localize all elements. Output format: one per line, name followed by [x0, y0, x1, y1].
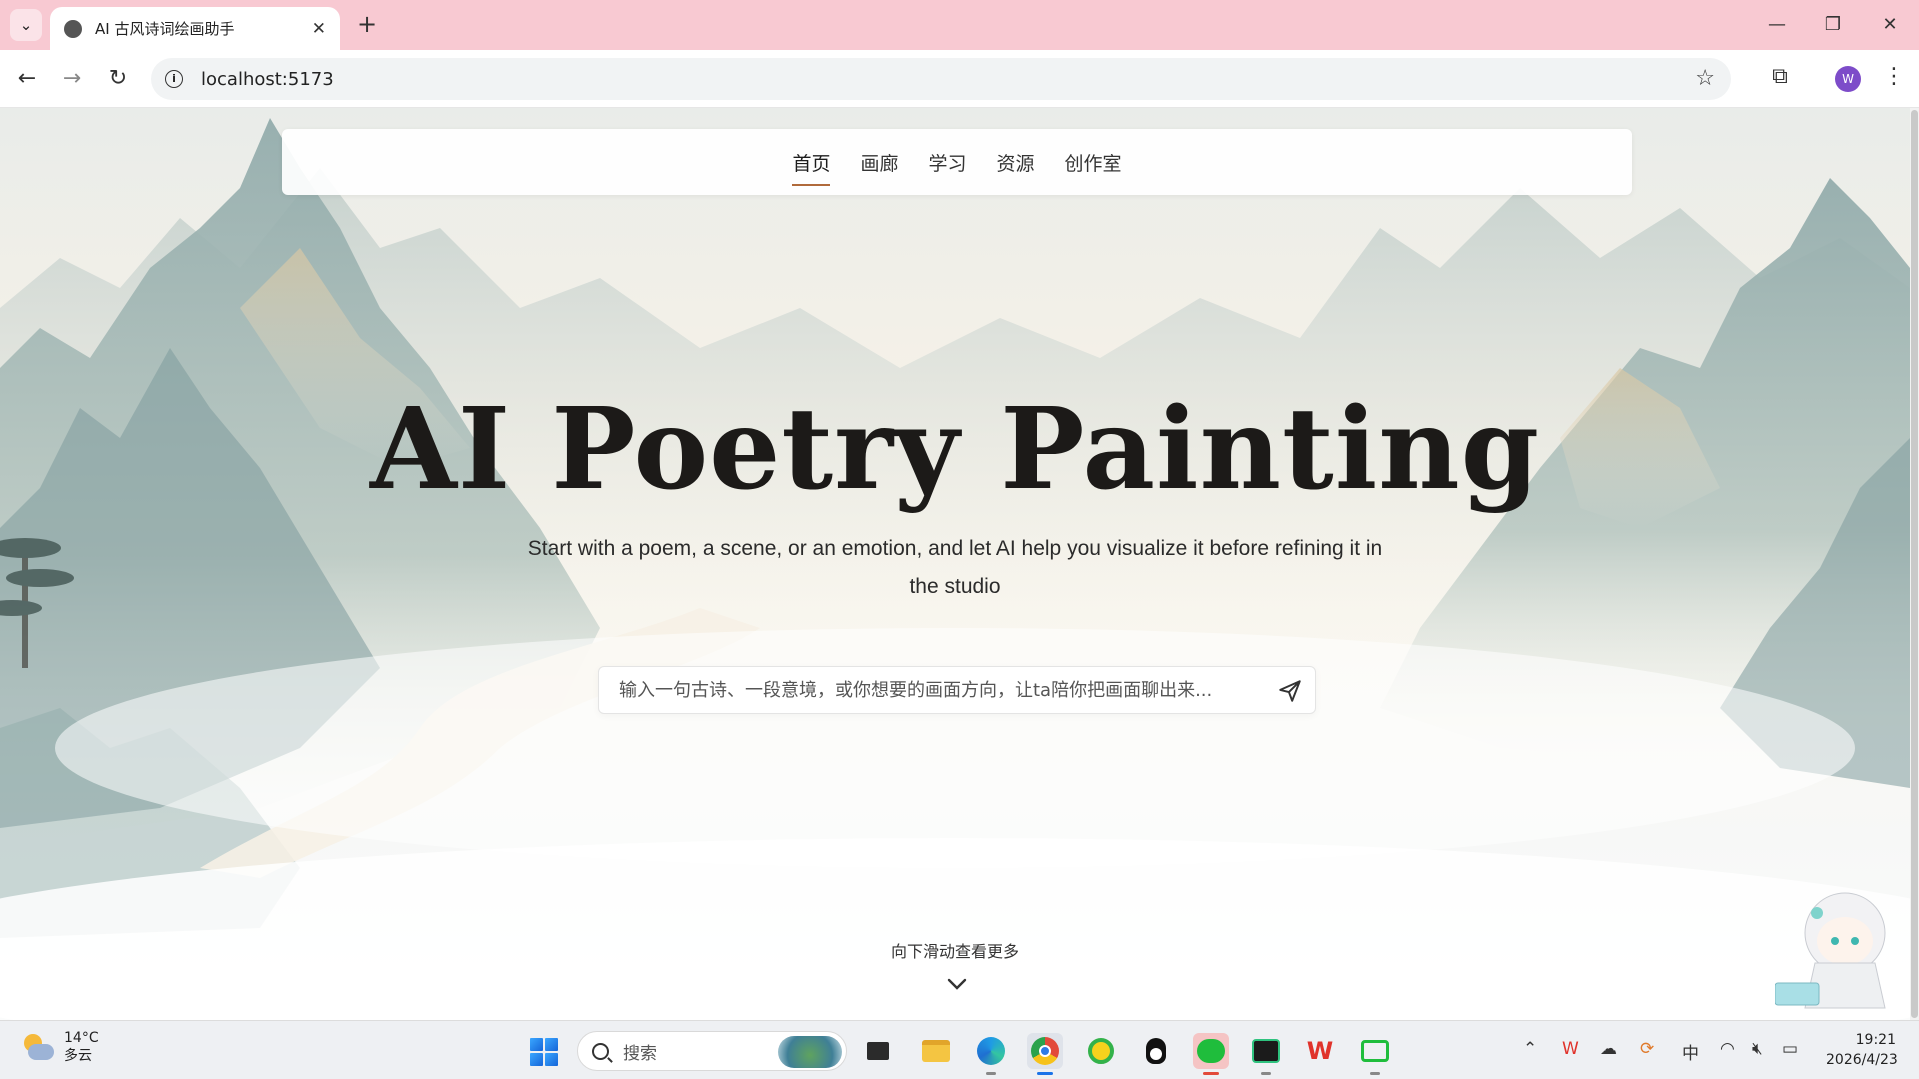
tab-title: AI 古风诗词绘画助手: [95, 20, 235, 38]
browser-menu-icon[interactable]: ⋮: [1883, 64, 1905, 94]
minimize-button[interactable]: —: [1757, 10, 1797, 40]
hero-title: AI Poetry Painting: [369, 384, 1541, 515]
speaker-muted-icon[interactable]: 🔇︎: [1752, 1039, 1763, 1059]
search-icon: [592, 1042, 609, 1060]
send-icon[interactable]: [1277, 678, 1303, 704]
clock-date: 2026/4/23: [1826, 1052, 1898, 1068]
wps-tray-icon[interactable]: W: [1562, 1039, 1579, 1059]
clock-time: 19:21: [1855, 1032, 1896, 1048]
weather-temp: 14°C: [64, 1030, 99, 1046]
browser-tab-strip: ⌄ AI 古风诗词绘画助手 ✕ + — ❐ ✕: [0, 0, 1919, 50]
windows-start-icon[interactable]: [530, 1038, 558, 1066]
tray-overflow-chevron-icon[interactable]: ⌃: [1523, 1039, 1537, 1059]
scrollbar-thumb[interactable]: [1911, 110, 1918, 1018]
browser-tab[interactable]: AI 古风诗词绘画助手 ✕: [50, 7, 340, 50]
main-nav: 首页 画廊 学习 资源 创作室: [282, 129, 1632, 195]
page-scrollbar[interactable]: [1910, 108, 1919, 1020]
page-viewport: 首页 画廊 学习 资源 创作室 AI Poetry Painting Start…: [0, 108, 1910, 1020]
file-explorer-icon[interactable]: [918, 1033, 954, 1069]
scroll-hint: 向下滑动查看更多: [890, 942, 1019, 961]
cloudy-weather-icon: [20, 1032, 54, 1062]
tab-search-chevron-icon[interactable]: ⌄: [10, 9, 42, 41]
browser-toolbar: ← → ↻ i localhost:5173 ☆ ⧉ W ⋮: [0, 50, 1919, 108]
wifi-icon[interactable]: ◠: [1720, 1039, 1735, 1059]
windows-taskbar: 14°C 多云 搜索 W ⌃ W ☁ ⟳ 中 ◠ 🔇︎ ▭ 19:21 2026…: [0, 1020, 1919, 1079]
update-sync-icon[interactable]: ⟳: [1640, 1039, 1654, 1059]
system-clock[interactable]: 19:21 2026/4/23: [1826, 1030, 1898, 1070]
nav-item-resources[interactable]: 资源: [997, 143, 1035, 182]
nav-item-home[interactable]: 首页: [792, 143, 831, 186]
wechat-icon[interactable]: [1193, 1033, 1229, 1075]
nav-item-gallery[interactable]: 画廊: [860, 143, 898, 182]
input-method-indicator[interactable]: 中: [1682, 1039, 1699, 1064]
task-view-icon[interactable]: [860, 1033, 896, 1069]
hero-subtitle: Start with a poem, a scene, or an emotio…: [527, 537, 1383, 598]
qq-penguin-icon[interactable]: [1138, 1033, 1174, 1069]
weather-desc: 多云: [64, 1048, 92, 1064]
chat-prompt-box: [598, 666, 1316, 714]
nav-item-studio[interactable]: 创作室: [1065, 143, 1122, 182]
restore-button[interactable]: ❐: [1813, 10, 1853, 40]
chevron-down-icon[interactable]: [946, 976, 968, 992]
wps-office-icon[interactable]: W: [1302, 1033, 1338, 1069]
new-tab-button[interactable]: +: [352, 10, 382, 40]
chat-prompt-input[interactable]: [619, 667, 1249, 713]
extensions-puzzle-icon[interactable]: ⧉: [1765, 64, 1795, 94]
edge-browser-icon[interactable]: [973, 1033, 1009, 1075]
bookmark-star-icon[interactable]: ☆: [1695, 66, 1715, 91]
back-arrow-icon[interactable]: ←: [12, 64, 42, 94]
globe-icon: [64, 19, 82, 38]
chat-bubble-app-icon[interactable]: [1357, 1033, 1393, 1075]
profile-avatar[interactable]: W: [1835, 66, 1861, 92]
qq-music-icon[interactable]: [1083, 1033, 1119, 1069]
nav-item-learn[interactable]: 学习: [928, 143, 966, 182]
cloud-sync-icon[interactable]: ☁: [1600, 1039, 1617, 1059]
url-text[interactable]: localhost:5173: [201, 69, 334, 90]
battery-icon[interactable]: ▭: [1782, 1039, 1798, 1059]
reload-icon[interactable]: ↻: [103, 64, 133, 94]
search-highlight-image: [778, 1036, 842, 1068]
taskbar-search-box[interactable]: 搜索: [577, 1031, 847, 1071]
tab-close-icon[interactable]: ✕: [312, 19, 326, 39]
address-bar[interactable]: i localhost:5173 ☆: [151, 58, 1731, 100]
taskbar-search-label: 搜索: [623, 1043, 657, 1064]
weather-widget[interactable]: 14°C 多云: [20, 1029, 99, 1065]
forward-arrow-icon[interactable]: →: [57, 64, 87, 94]
terminal-app-icon[interactable]: [1248, 1033, 1284, 1075]
site-info-icon[interactable]: i: [165, 70, 183, 88]
chrome-browser-icon[interactable]: [1027, 1033, 1063, 1075]
close-window-button[interactable]: ✕: [1870, 10, 1910, 40]
mascot-character-icon[interactable]: [1775, 883, 1905, 1018]
